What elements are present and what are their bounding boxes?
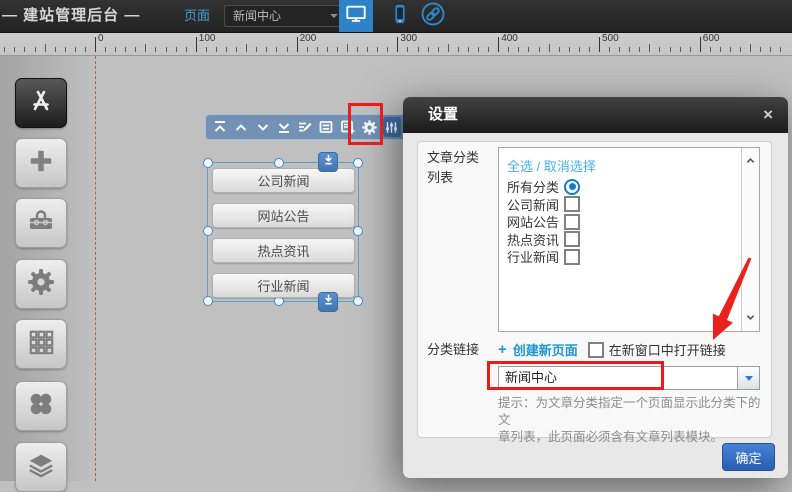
settings-dialog: 设置 × 文章分类 列表 全选 / 取消选择 所有分类 bbox=[403, 97, 788, 478]
category-button[interactable]: 网站公告 bbox=[212, 203, 355, 228]
panel-add-icon[interactable] bbox=[340, 119, 356, 136]
move-to-bottom-icon[interactable] bbox=[276, 119, 292, 136]
sidebar-item-layers[interactable] bbox=[15, 442, 67, 492]
radio-dot bbox=[569, 183, 576, 190]
download-badge-bottom[interactable] bbox=[318, 292, 338, 312]
open-new-window-checkbox[interactable] bbox=[588, 342, 604, 358]
option-label: 热点资讯 bbox=[507, 230, 559, 249]
checkbox-unchecked[interactable] bbox=[564, 231, 580, 247]
sidebar-item-modules[interactable] bbox=[15, 319, 67, 369]
mobile-phone-icon bbox=[389, 3, 411, 30]
plus-icon bbox=[27, 147, 55, 180]
resize-handle-sw[interactable] bbox=[203, 296, 213, 306]
dialog-header: 设置 × bbox=[403, 97, 788, 133]
chevron-down-icon bbox=[745, 376, 753, 381]
dropdown-button[interactable] bbox=[737, 367, 759, 389]
option-row: 公司新闻 bbox=[507, 196, 580, 214]
gear-icon bbox=[26, 267, 56, 302]
option-label: 公司新闻 bbox=[507, 195, 559, 214]
option-row: 热点资讯 bbox=[507, 231, 580, 249]
scroll-up-icon[interactable] bbox=[746, 152, 755, 170]
publish-link-button[interactable] bbox=[420, 3, 446, 29]
resize-handle-e[interactable] bbox=[353, 226, 363, 236]
page-label: 页面 bbox=[184, 0, 210, 32]
app-title: — 建站管理后台 — bbox=[2, 0, 140, 32]
move-up-icon[interactable] bbox=[233, 119, 249, 136]
layers-icon bbox=[27, 451, 55, 484]
option-row: 所有分类 bbox=[507, 178, 580, 196]
open-new-window-label: 在新窗口中打开链接 bbox=[609, 340, 726, 359]
category-button[interactable]: 热点资讯 bbox=[212, 238, 355, 263]
category-link-label: 分类链接 bbox=[427, 340, 479, 360]
checkbox-unchecked[interactable] bbox=[564, 196, 580, 212]
settings-gear-icon[interactable] bbox=[361, 119, 378, 136]
module-toolbar bbox=[205, 114, 408, 140]
clover-icon bbox=[27, 390, 55, 423]
page-boundary-guide bbox=[95, 56, 96, 481]
scrollbar[interactable] bbox=[741, 148, 759, 331]
resize-handle-n[interactable] bbox=[274, 158, 284, 168]
topbar: — 建站管理后台 — 页面 新闻中心 bbox=[0, 0, 792, 33]
desktop-view-button[interactable] bbox=[339, 0, 373, 32]
plus-icon[interactable]: + bbox=[498, 341, 507, 358]
confirm-button[interactable]: 确定 bbox=[722, 443, 775, 471]
dialog-body: 文章分类 列表 全选 / 取消选择 所有分类 公司新闻 bbox=[403, 133, 788, 478]
sliders-icon[interactable] bbox=[383, 117, 401, 137]
category-list-label: 文章分类 列表 bbox=[427, 148, 479, 188]
category-listbox: 全选 / 取消选择 所有分类 公司新闻 网站公告 bbox=[498, 147, 760, 332]
checkbox-unchecked[interactable] bbox=[564, 249, 580, 265]
move-down-icon[interactable] bbox=[255, 119, 271, 136]
checkbox-unchecked[interactable] bbox=[564, 214, 580, 230]
page-select-value: 新闻中心 bbox=[233, 9, 281, 23]
deselect-link[interactable]: 取消选择 bbox=[544, 159, 596, 174]
download-badge-top[interactable] bbox=[318, 152, 338, 172]
app-design-icon bbox=[26, 86, 56, 121]
page-select[interactable]: 新闻中心 bbox=[224, 5, 346, 27]
option-row: 行业新闻 bbox=[507, 248, 580, 266]
hint-text: 提示：为文章分类指定一个页面显示此分类下的文 章列表，此页面必须含有文章列表模块… bbox=[498, 395, 768, 446]
sidebar-item-toolbox[interactable] bbox=[15, 198, 67, 248]
chevron-down-icon bbox=[330, 14, 338, 18]
option-label: 所有分类 bbox=[507, 177, 559, 196]
option-label: 行业新闻 bbox=[507, 247, 559, 266]
panel-layout-icon[interactable] bbox=[318, 119, 334, 136]
dialog-title: 设置 bbox=[428, 97, 458, 133]
desktop-monitor-icon bbox=[345, 3, 367, 30]
close-icon[interactable]: × bbox=[763, 104, 773, 126]
sidebar-item-settings[interactable] bbox=[15, 259, 67, 309]
link-circle-icon bbox=[420, 1, 446, 32]
create-row: + 创建新页面 在新窗口中打开链接 bbox=[498, 340, 726, 359]
toolbox-icon bbox=[26, 206, 56, 241]
select-links: 全选 / 取消选择 bbox=[507, 156, 596, 175]
sidebar-item-widgets[interactable] bbox=[15, 381, 67, 431]
sidebar-item-add[interactable] bbox=[15, 138, 67, 188]
ruler: 0100200300400500600 bbox=[0, 32, 792, 56]
link-separator: / bbox=[537, 159, 541, 174]
page-dropdown-value: 新闻中心 bbox=[505, 367, 557, 389]
download-arrow-icon bbox=[322, 153, 335, 171]
option-label: 网站公告 bbox=[507, 212, 559, 231]
grid-icon bbox=[27, 328, 55, 361]
category-options: 所有分类 公司新闻 网站公告 热点资讯 bbox=[507, 178, 580, 266]
radio-checked[interactable] bbox=[564, 179, 580, 195]
resize-handle-ne[interactable] bbox=[353, 158, 363, 168]
create-new-page-link[interactable]: 创建新页面 bbox=[513, 340, 578, 359]
select-all-link[interactable]: 全选 bbox=[507, 159, 533, 174]
download-arrow-icon bbox=[322, 293, 335, 311]
mobile-view-button[interactable] bbox=[388, 4, 412, 28]
resize-handle-se[interactable] bbox=[353, 296, 363, 306]
edit-style-icon[interactable] bbox=[297, 119, 313, 136]
dialog-panel: 文章分类 列表 全选 / 取消选择 所有分类 公司新闻 bbox=[417, 141, 772, 438]
scroll-down-icon[interactable] bbox=[746, 309, 755, 327]
sidebar-item-design[interactable] bbox=[15, 78, 67, 128]
resize-handle-nw[interactable] bbox=[203, 158, 213, 168]
option-row: 网站公告 bbox=[507, 213, 580, 231]
resize-handle-w[interactable] bbox=[203, 226, 213, 236]
move-to-top-icon[interactable] bbox=[212, 119, 228, 136]
page-dropdown[interactable]: 新闻中心 bbox=[498, 366, 760, 390]
